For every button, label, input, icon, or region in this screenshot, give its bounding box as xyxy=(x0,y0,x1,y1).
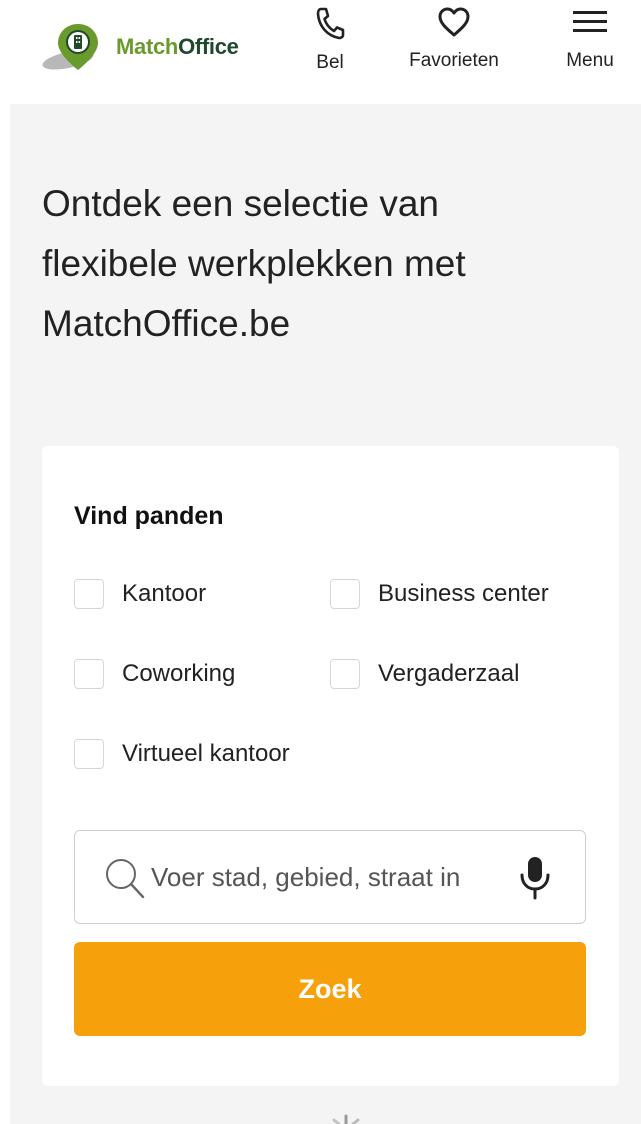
location-search-field[interactable] xyxy=(74,830,586,924)
checkbox-coworking[interactable]: Coworking xyxy=(74,659,235,689)
hamburger-icon xyxy=(573,11,607,32)
checkbox-box[interactable] xyxy=(74,739,104,769)
search-card-title: Vind panden xyxy=(74,502,224,530)
favorites-button[interactable]: Favorieten xyxy=(392,6,516,86)
checkbox-label: Coworking xyxy=(122,660,236,687)
logo-wordmark: MatchOffice xyxy=(116,34,239,60)
hero-section: Ontdek een selectie van flexibele werkpl… xyxy=(10,104,641,1124)
checkbox-box[interactable] xyxy=(74,579,104,609)
location-pin-logo-icon xyxy=(42,24,98,70)
checkbox-vergaderzaal[interactable]: Vergaderzaal xyxy=(330,659,519,689)
search-card: Vind panden Kantoor Business center Cowo… xyxy=(42,446,619,1086)
loading-spinner-icon xyxy=(332,1114,360,1124)
logo-text-office: Office xyxy=(178,34,239,59)
location-search-input[interactable] xyxy=(151,853,491,901)
checkbox-label: Vergaderzaal xyxy=(378,660,520,687)
search-icon xyxy=(106,859,145,899)
microphone-icon[interactable] xyxy=(515,853,555,903)
call-label: Bel xyxy=(316,52,344,73)
checkbox-box[interactable] xyxy=(330,659,360,689)
checkbox-kantoor[interactable]: Kantoor xyxy=(74,579,206,609)
heart-icon xyxy=(438,7,470,37)
site-header: MatchOffice Bel Favorieten Menu xyxy=(0,0,641,104)
phone-icon xyxy=(316,7,345,40)
checkbox-box[interactable] xyxy=(330,579,360,609)
favorites-label: Favorieten xyxy=(409,50,499,71)
checkbox-box[interactable] xyxy=(74,659,104,689)
matchoffice-logo[interactable]: MatchOffice xyxy=(40,22,260,72)
checkbox-business-center[interactable]: Business center xyxy=(330,579,549,609)
checkbox-label: Business center xyxy=(378,580,549,607)
checkbox-virtueel-kantoor[interactable]: Virtueel kantoor xyxy=(74,739,290,769)
menu-button[interactable]: Menu xyxy=(553,6,627,86)
call-button[interactable]: Bel xyxy=(300,6,360,86)
hero-headline: Ontdek een selectie van flexibele werkpl… xyxy=(42,183,466,344)
search-submit-button[interactable]: Zoek xyxy=(74,942,586,1036)
checkbox-label: Kantoor xyxy=(122,580,207,607)
checkbox-label: Virtueel kantoor xyxy=(122,740,290,767)
logo-text-match: Match xyxy=(116,34,179,59)
menu-label: Menu xyxy=(566,50,614,71)
